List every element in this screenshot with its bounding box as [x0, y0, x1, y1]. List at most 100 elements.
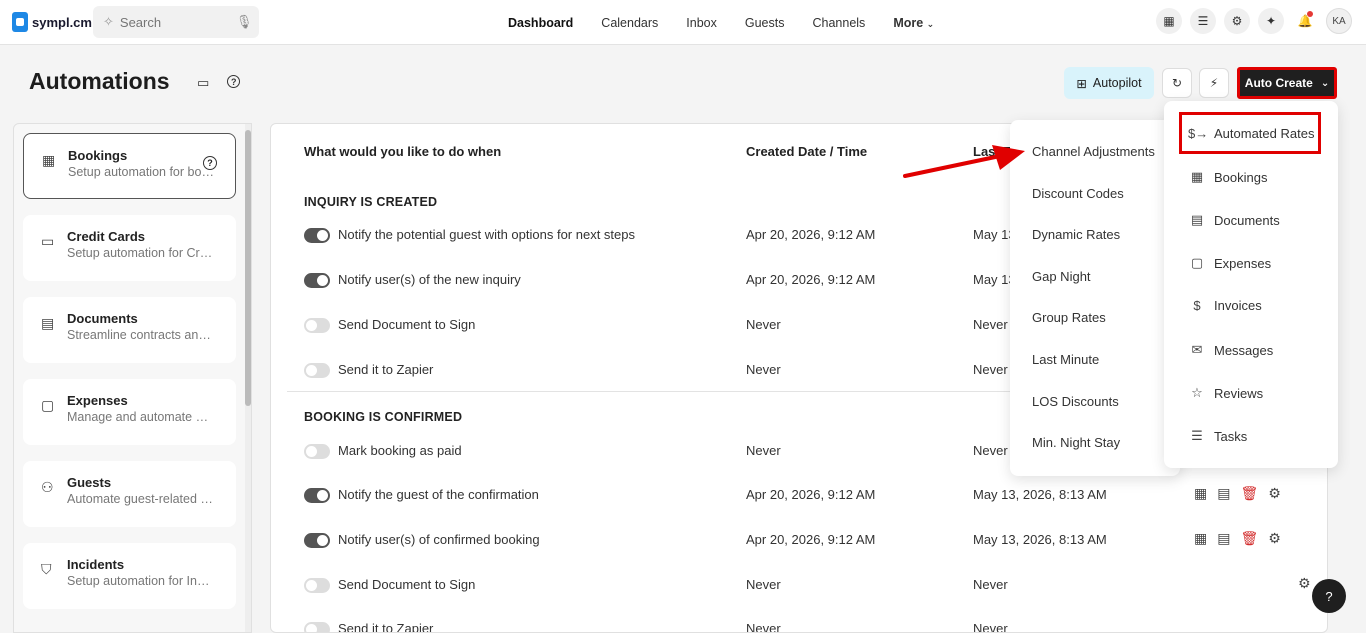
invoice-icon: $: [1193, 298, 1201, 313]
category-title: Guests: [67, 475, 112, 490]
menu-item-reviews[interactable]: ☆ Reviews: [1188, 385, 1263, 401]
category-title: Credit Cards: [67, 229, 146, 244]
column-header-created: Created Date / Time: [746, 144, 868, 159]
row-created: Apr 20, 2026, 9:12 AM: [746, 272, 876, 287]
category-documents[interactable]: ▤ Documents Streamline contracts and docu…: [23, 297, 236, 363]
toggle-switch[interactable]: [304, 578, 330, 593]
category-desc: Setup automation for bookings: [68, 165, 216, 179]
row-created: Apr 20, 2026, 9:12 AM: [746, 532, 876, 547]
calendar-icon: ▦: [1190, 169, 1204, 184]
menu-item-tasks[interactable]: ☰ Tasks: [1188, 428, 1247, 444]
logo[interactable]: sympl.cm: [12, 12, 92, 32]
gear-icon[interactable]: ⚙: [1268, 530, 1281, 547]
autopilot-button[interactable]: ⊞ Autopilot: [1064, 67, 1154, 99]
calendar-icon[interactable]: ▦: [1156, 8, 1182, 34]
search-box[interactable]: ✧ 🎙: [93, 6, 259, 38]
sparkle-icon: ✧: [103, 14, 114, 29]
row-actions: ▦ ▤ 🗑 ⚙: [1194, 485, 1281, 502]
gear-icon[interactable]: ⚙: [1268, 485, 1281, 502]
users-icon: ⚇: [41, 479, 54, 495]
nav-guests[interactable]: Guests: [731, 16, 799, 30]
category-credit-cards[interactable]: ▭ Credit Cards Setup automation for Credi…: [23, 215, 236, 281]
menu-item-label: Tasks: [1214, 428, 1248, 444]
help-icon[interactable]: ?: [227, 75, 241, 88]
category-guests[interactable]: ⚇ Guests Automate guest-related tasks: [23, 461, 236, 527]
menu-item-expenses[interactable]: ▢ Expenses: [1188, 255, 1271, 271]
row-created: Apr 20, 2026, 9:12 AM: [746, 487, 876, 502]
help-floating-button[interactable]: ?: [1312, 579, 1346, 613]
auto-create-label: Auto Create: [1244, 76, 1313, 90]
magic-icon[interactable]: ✦: [1258, 8, 1284, 34]
toggle-switch[interactable]: [304, 533, 330, 548]
auto-create-dropdown: $→ Automated Rates ▦ Bookings ▤ Documents ▢…: [1164, 101, 1338, 468]
nav-inbox[interactable]: Inbox: [672, 16, 731, 30]
table-row: Send it to Zapier Never Never: [304, 620, 1324, 632]
credit-card-icon: ▭: [41, 233, 55, 249]
sidebar-scroll-thumb[interactable]: [245, 130, 251, 406]
bell-icon[interactable]: 🔔: [1292, 8, 1318, 34]
wallet-icon: ▢: [1190, 255, 1204, 270]
filter-list-icon[interactable]: ☰: [1190, 8, 1216, 34]
microphone-icon[interactable]: 🎙: [236, 14, 253, 30]
menu-item-bookings[interactable]: ▦ Bookings: [1188, 169, 1268, 185]
category-desc: Streamline contracts and documents: [67, 328, 215, 342]
submenu-last-minute[interactable]: Last Minute: [1032, 352, 1099, 367]
document-icon[interactable]: ▤: [1217, 530, 1230, 547]
nav-more[interactable]: More ⌄: [879, 16, 948, 30]
row-last: Never: [973, 362, 1008, 377]
auto-create-button[interactable]: Auto Create ⌄: [1237, 67, 1337, 99]
pointer-arrow: [903, 145, 1025, 178]
category-bookings[interactable]: ▦ BookingsSetup automation for bookings …: [23, 133, 236, 199]
calendar-clock-icon[interactable]: ▦: [1194, 485, 1207, 502]
wallet-icon: ▢: [41, 397, 55, 413]
document-icon[interactable]: ▤: [1217, 485, 1230, 502]
submenu-channel-adjustments[interactable]: Channel Adjustments: [1032, 144, 1155, 159]
toggle-switch[interactable]: [304, 622, 330, 632]
nav-more-label: More: [893, 15, 924, 30]
menu-item-messages[interactable]: ✉ Messages: [1188, 342, 1274, 358]
submenu-gap-night[interactable]: Gap Night: [1032, 269, 1091, 284]
avatar[interactable]: KA: [1326, 8, 1352, 34]
category-desc: Manage and automate expenses: [67, 410, 215, 424]
toggle-switch[interactable]: [304, 363, 330, 378]
category-expenses[interactable]: ▢ Expenses Manage and automate expenses: [23, 379, 236, 445]
toggle-switch[interactable]: [304, 488, 330, 503]
list-icon: ☰: [1191, 428, 1203, 443]
lightning-button[interactable]: ⚡: [1199, 68, 1229, 98]
submenu-dynamic-rates[interactable]: Dynamic Rates: [1032, 227, 1120, 242]
table-row: Notify user(s) of confirmed booking Apr …: [304, 530, 1324, 553]
nav-dashboard[interactable]: Dashboard: [494, 16, 587, 30]
trash-icon[interactable]: 🗑: [1240, 530, 1258, 547]
menu-item-label: Bookings: [1214, 169, 1268, 185]
sidebar-scrollbar[interactable]: [245, 124, 251, 632]
menu-item-label: Expenses: [1214, 255, 1272, 271]
help-icon[interactable]: ?: [203, 156, 217, 170]
menu-item-documents[interactable]: ▤ Documents: [1188, 212, 1280, 228]
menu-item-invoices[interactable]: $ Invoices: [1188, 298, 1262, 313]
submenu-group-rates[interactable]: Group Rates: [1032, 310, 1106, 325]
trash-icon[interactable]: 🗑: [1240, 485, 1258, 502]
menu-item-label: Invoices: [1214, 298, 1262, 313]
section-title: BOOKING IS CONFIRMED: [304, 410, 463, 424]
nav-channels[interactable]: Channels: [798, 16, 879, 30]
toggle-switch[interactable]: [304, 273, 330, 288]
calendar-clock-icon[interactable]: ▦: [1194, 530, 1207, 547]
shield-alert-icon: ⛉: [41, 561, 52, 577]
video-icon[interactable]: ▭: [197, 75, 209, 91]
nav-calendars[interactable]: Calendars: [587, 16, 672, 30]
category-desc: Setup automation for Incidents: [67, 574, 215, 588]
gear-icon[interactable]: ⚙: [1298, 575, 1311, 592]
search-input[interactable]: [119, 14, 230, 30]
category-incidents[interactable]: ⛉ Incidents Setup automation for Incident…: [23, 543, 236, 609]
submenu-min-night-stay[interactable]: Min. Night Stay: [1032, 435, 1120, 450]
toggle-switch[interactable]: [304, 318, 330, 333]
submenu-discount-codes[interactable]: Discount Codes: [1032, 186, 1124, 201]
row-label: Send it to Zapier: [338, 362, 434, 377]
settings-badge-icon[interactable]: ⚙: [1224, 8, 1250, 34]
refresh-button[interactable]: ↻: [1162, 68, 1192, 98]
toggle-switch[interactable]: [304, 228, 330, 243]
toggle-switch[interactable]: [304, 444, 330, 459]
autopilot-label: Autopilot: [1092, 76, 1142, 90]
submenu-los-discounts[interactable]: LOS Discounts: [1032, 394, 1119, 409]
row-created: Never: [746, 317, 781, 332]
